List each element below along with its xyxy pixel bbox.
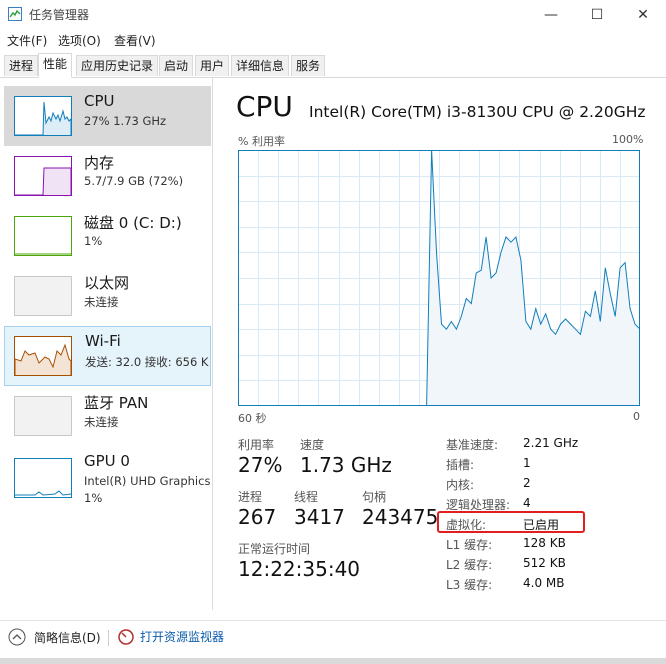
memory-thumbnail-chart	[15, 167, 72, 196]
sidebar-item-detail: 未连接	[84, 295, 119, 309]
sidebar-item-label: 以太网	[84, 274, 130, 292]
sidebar-item-gpu[interactable]: GPU 0 Intel(R) UHD Graphics 1%	[4, 446, 211, 516]
disk-thumbnail-graph	[14, 216, 72, 256]
sidebar-item-detail: 27% 1.73 GHz	[84, 114, 167, 128]
sidebar-item-label: Wi-Fi	[85, 332, 121, 350]
sidebar-item-detail: 未连接	[84, 415, 119, 429]
menu-file[interactable]: 文件(F)	[7, 32, 47, 49]
cpu-utilization-graph	[238, 150, 640, 406]
close-button[interactable]: ✕	[620, 0, 666, 30]
menu-view[interactable]: 查看(V)	[114, 32, 156, 49]
sidebar-item-ethernet[interactable]: 以太网 未连接	[4, 266, 211, 326]
sidebar-item-wifi[interactable]: Wi-Fi 发送: 32.0 接收: 656 K	[4, 326, 211, 386]
utilization-label: 利用率	[238, 438, 275, 452]
memory-thumbnail-graph	[14, 156, 72, 196]
divider	[108, 630, 109, 646]
sidebar-item-detail: Intel(R) UHD Graphics	[84, 474, 211, 488]
window-title: 任务管理器	[29, 8, 90, 22]
cpu-thumbnail-graph	[14, 96, 72, 136]
uptime-value: 12:22:35:40	[238, 557, 361, 581]
sidebar-item-label: 蓝牙 PAN	[84, 394, 149, 412]
resource-monitor-icon	[118, 628, 134, 645]
threads-value: 3417	[294, 505, 345, 529]
task-manager-icon	[8, 7, 22, 21]
threads-label: 线程	[294, 490, 319, 504]
page-title: CPU	[236, 90, 293, 123]
gpu-thumbnail-chart	[15, 490, 72, 496]
menu-options[interactable]: 选项(O)	[58, 32, 101, 49]
fewer-details-label: 简略信息(D)	[34, 630, 101, 645]
uptime-label: 正常运行时间	[238, 542, 311, 556]
sidebar-item-bluetooth-pan[interactable]: 蓝牙 PAN 未连接	[4, 386, 211, 446]
minimize-button[interactable]: —	[528, 0, 574, 30]
menu-bar: 文件(F) 选项(O) 查看(V)	[0, 30, 666, 50]
sidebar-item-memory[interactable]: 内存 5.7/7.9 GB (72%)	[4, 146, 211, 206]
resource-sidebar: CPU 27% 1.73 GHz 内存 5.7/7.9 GB (72%) 磁盘 …	[0, 78, 213, 610]
graph-y-max-label: 100%	[612, 133, 644, 146]
spec-value: 1	[523, 456, 531, 470]
graph-y-label: % 利用率	[238, 135, 285, 148]
speed-value: 1.73 GHz	[300, 453, 392, 477]
processes-label: 进程	[238, 490, 263, 504]
spec-value: 2.21 GHz	[523, 436, 579, 450]
fewer-details-button[interactable]: 简略信息(D)	[8, 628, 101, 646]
bluetooth-thumbnail-graph	[14, 396, 72, 436]
spec-label: L1 缓存:	[446, 538, 493, 552]
utilization-value: 27%	[238, 453, 283, 477]
graph-x-end-label: 0	[633, 410, 640, 423]
sidebar-item-detail: 发送: 32.0 接收: 656 K	[85, 355, 209, 369]
window-bottom-edge	[0, 658, 666, 664]
tab-performance[interactable]: 性能	[38, 53, 73, 78]
ethernet-thumbnail-graph	[14, 276, 72, 316]
processes-value: 267	[238, 505, 277, 529]
tab-details[interactable]: 详细信息	[231, 55, 290, 76]
spec-value: 4.0 MB	[523, 576, 565, 590]
spec-label: 内核:	[446, 478, 475, 492]
cpu-model-name: Intel(R) Core(TM) i3-8130U CPU @ 2.20GHz	[309, 103, 646, 121]
title-bar: 任务管理器 — ☐ ✕	[0, 0, 666, 30]
virtualization-highlight-box	[437, 511, 585, 533]
tab-bar: 进程 性能 应用历史记录 启动 用户 详细信息 服务	[0, 53, 666, 78]
speed-label: 速度	[300, 438, 325, 452]
spec-value: 512 KB	[523, 556, 566, 570]
spec-value: 4	[523, 496, 531, 510]
spec-value: 2	[523, 476, 531, 490]
handles-value: 243475	[362, 505, 439, 529]
tab-services[interactable]: 服务	[291, 55, 326, 76]
bottom-bar: 简略信息(D) 打开资源监视器	[0, 620, 666, 657]
sidebar-item-disk[interactable]: 磁盘 0 (C: D:) 1%	[4, 206, 211, 266]
graph-x-start-label: 60 秒	[238, 412, 267, 425]
disk-thumbnail-chart	[15, 253, 71, 255]
handles-label: 句柄	[362, 490, 387, 504]
tab-users[interactable]: 用户	[195, 55, 230, 76]
sidebar-item-detail: 5.7/7.9 GB (72%)	[84, 174, 184, 188]
tab-app-history[interactable]: 应用历史记录	[76, 55, 159, 76]
spec-label: 插槽:	[446, 458, 475, 472]
sidebar-item-label: 磁盘 0 (C: D:)	[84, 214, 182, 232]
spec-label: L2 缓存:	[446, 558, 493, 572]
cpu-thumbnail-chart	[15, 101, 72, 136]
sidebar-item-label: CPU	[84, 92, 115, 110]
tab-startup[interactable]: 启动	[159, 55, 194, 76]
maximize-button[interactable]: ☐	[574, 0, 620, 30]
sidebar-item-label: 内存	[84, 154, 115, 172]
wifi-thumbnail-graph	[14, 336, 72, 376]
spec-label: 基准速度:	[446, 438, 499, 452]
sidebar-item-cpu[interactable]: CPU 27% 1.73 GHz	[4, 86, 211, 146]
sidebar-item-detail-2: 1%	[84, 491, 103, 505]
chevron-up-circle-icon	[8, 628, 26, 646]
sidebar-item-label: GPU 0	[84, 452, 130, 470]
spec-label: L3 缓存:	[446, 578, 493, 592]
tab-processes[interactable]: 进程	[4, 55, 39, 76]
sidebar-item-detail: 1%	[84, 234, 103, 248]
wifi-thumbnail-chart	[14, 343, 72, 375]
spec-value: 128 KB	[523, 536, 566, 550]
open-resource-monitor-label: 打开资源监视器	[140, 630, 225, 644]
open-resource-monitor-link[interactable]: 打开资源监视器	[118, 628, 224, 645]
gpu-thumbnail-graph	[14, 458, 72, 498]
